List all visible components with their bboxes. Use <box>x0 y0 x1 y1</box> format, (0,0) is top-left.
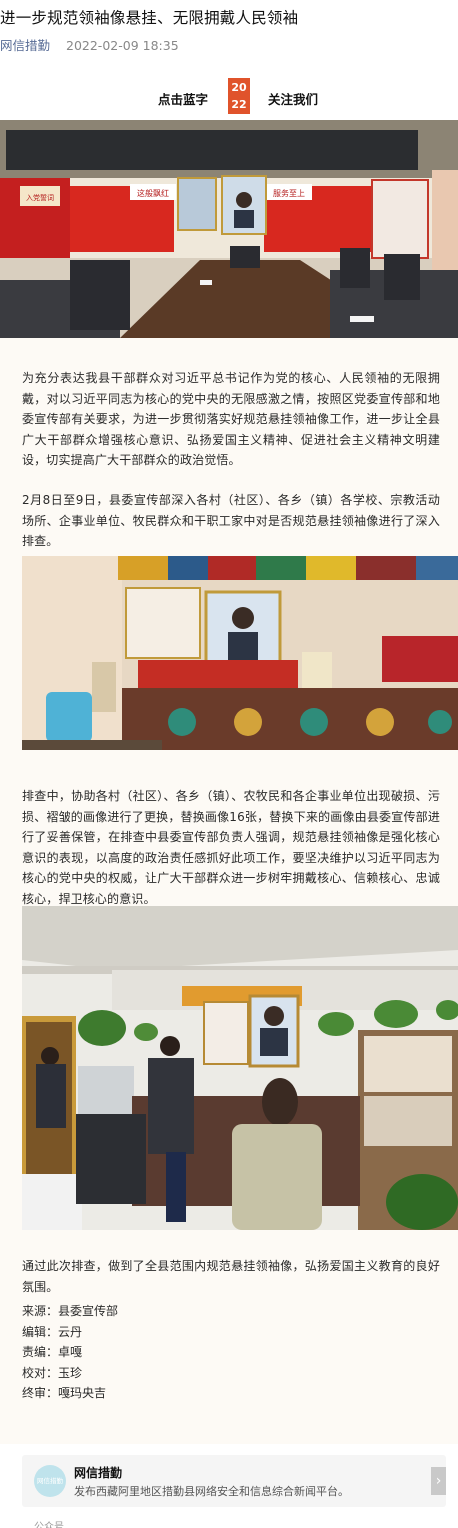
credit-editor: 编辑：云丹 <box>22 1322 118 1343</box>
meeting-room-illustration: 这般飘红 服务至上 入党誓词 <box>0 120 458 338</box>
account-name-link[interactable]: 网信措勤 <box>0 38 50 53</box>
credit-label: 来源： <box>22 1304 59 1318</box>
paragraph-1: 为充分表达我县干部群众对习近平总书记作为党的核心、人民领袖的无限拥戴，对以习近平… <box>22 371 440 467</box>
credit-managing-editor: 责编：卓嘎 <box>22 1342 118 1363</box>
credit-value: 玉珍 <box>58 1365 83 1380</box>
article-title: 进一步规范领袖像悬挂、无限拥戴人民领袖 <box>0 9 299 27</box>
oath-board-sign: 入党誓词 <box>26 193 54 202</box>
left-wall-sign: 这般飘红 <box>137 188 169 198</box>
right-wall-sign: 服务至上 <box>273 188 305 198</box>
year-badge: 20 22 <box>228 78 250 114</box>
paragraph-3: 排查中，协助各村（社区）、各乡（镇）、农牧民和各企事业单位出现破损、污损、褶皱的… <box>22 789 440 906</box>
footer-label: 公众号 <box>34 1522 64 1528</box>
account-card[interactable]: 网信措勤 网信措勤 发布西藏阿里地区措勤县网络安全和信息综合新闻平台。 › <box>22 1455 446 1507</box>
credit-value: 卓嘎 <box>58 1345 83 1359</box>
badge-line-2: 22 <box>231 98 247 111</box>
account-card-description: 发布西藏阿里地区措勤县网络安全和信息综合新闻平台。 <box>74 1485 349 1498</box>
home-portrait-photo <box>22 556 458 750</box>
credit-final-review: 终审：嘎玛央吉 <box>22 1383 118 1404</box>
credits-list: 来源：县委宣传部 编辑：云丹 责编：卓嘎 校对：玉珍 终审：嘎玛央吉 <box>22 1301 118 1404</box>
follow-right-text: 关注我们 <box>268 92 319 107</box>
credit-value: 云丹 <box>58 1324 83 1339</box>
office-inspection-photo <box>22 906 458 1230</box>
credit-source: 来源：县委宣传部 <box>22 1301 118 1322</box>
publish-datetime: 2022-02-09 18:35 <box>66 38 179 53</box>
credit-label: 责编： <box>22 1345 59 1359</box>
credit-label: 终审： <box>22 1386 59 1400</box>
follow-left-text: 点击蓝字 <box>158 92 209 107</box>
paragraph-2: 2月8日至9日，县委宣传部深入各村（社区）、各乡（镇）各学校、宗教活动场所、企事… <box>22 493 440 548</box>
follow-banner[interactable]: 点击蓝字 20 22 关注我们 <box>0 78 458 114</box>
credit-label: 校对： <box>22 1365 59 1380</box>
meeting-room-photo: 这般飘红 服务至上 入党誓词 <box>0 120 458 338</box>
article-meta: 网信措勤 2022-02-09 18:35 <box>0 35 179 54</box>
badge-line-1: 20 <box>231 81 247 94</box>
account-logo-icon: 网信措勤 <box>34 1465 66 1497</box>
credit-value: 县委宣传部 <box>58 1304 119 1318</box>
paragraph-4: 通过此次排查，做到了全县范围内规范悬挂领袖像，弘扬爱国主义教育的良好氛围。 <box>22 1259 440 1294</box>
chevron-right-icon[interactable]: › <box>431 1467 446 1495</box>
credit-label: 编辑： <box>22 1324 59 1339</box>
account-card-name: 网信措勤 <box>74 1466 123 1480</box>
credit-proofreader: 校对：玉珍 <box>22 1363 118 1384</box>
office-inspection-illustration <box>22 906 458 1230</box>
home-portrait-illustration <box>22 556 458 750</box>
credit-value: 嘎玛央吉 <box>58 1386 107 1400</box>
